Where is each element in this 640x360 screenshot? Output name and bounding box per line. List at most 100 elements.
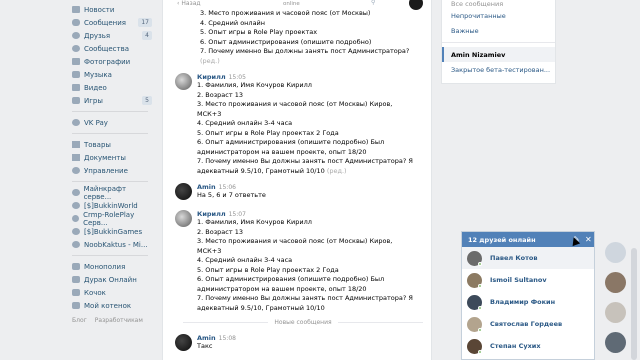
online-dot (478, 328, 482, 332)
documents-icon (72, 154, 80, 161)
online-dot (478, 350, 482, 354)
avatar[interactable] (175, 73, 192, 90)
sidebar-item-photos[interactable]: Фотографии (72, 55, 152, 68)
footer-link-blog[interactable]: Блог (72, 317, 87, 324)
sidebar-item-group[interactable]: NoobKaktus - Mi... (72, 238, 152, 251)
edited-mark: (ред.) (326, 166, 347, 175)
message-continuation: 3. Место проживания и часовой пояс (от М… (200, 9, 410, 65)
goods-icon (72, 141, 80, 148)
sidebar-item-app[interactable]: Монополия (72, 260, 152, 273)
sidebar-item-app[interactable]: Кочок (72, 286, 152, 299)
sidebar-item-group[interactable]: Майнкрафт серве... (72, 185, 152, 201)
sidebar-item-management[interactable]: Управление (72, 164, 152, 177)
avatar[interactable] (175, 210, 192, 227)
back-link[interactable]: ‹ Назад (177, 0, 201, 7)
chat-head-avatar[interactable] (604, 332, 626, 353)
news-icon (72, 6, 80, 13)
sidebar-divider (72, 181, 148, 182)
search-icon[interactable]: ⚲ (371, 0, 375, 6)
message: Кирилл 15:07 1. Фамилия, Имя Кочуров Кири… (175, 210, 413, 313)
sidebar-item-messages[interactable]: Сообщения 17 (72, 16, 152, 29)
avatar[interactable] (175, 183, 192, 200)
communities-icon (72, 45, 80, 52)
sidebar-item-goods[interactable]: Товары (72, 138, 152, 151)
sidebar-item-group[interactable]: [$]BukkinGames (72, 225, 152, 238)
friends-online-widget: 12 друзей онлайн ✎ ✕ Павел Котов Ismoil … (461, 231, 595, 360)
sidebar-item-communities[interactable]: Сообщества (72, 42, 152, 55)
message: Amin 15:06 На 5, 6 и 7 ответьте (175, 183, 266, 201)
sidebar-item-friends[interactable]: Друзья 4 (72, 29, 152, 42)
scrollbar[interactable] (631, 248, 637, 360)
chat-head-avatar[interactable] (604, 242, 626, 263)
friend-item[interactable]: Владимир Фокин (462, 291, 594, 313)
message-text: На 5, 6 и 7 ответьте (197, 191, 266, 199)
avatar[interactable] (175, 334, 192, 351)
messages-filter-menu: Все сообщения Непрочитанные Важные Amin … (441, 0, 556, 84)
chat-panel: ‹ Назад ⚲ online 3. Место проживания и ч… (162, 0, 432, 360)
sidebar-item-vkpay[interactable]: VK Pay (72, 116, 152, 129)
messages-icon (72, 19, 80, 26)
online-dot (478, 284, 482, 288)
chat-head-avatar[interactable] (604, 302, 626, 323)
message-time: 15:05 (228, 74, 246, 81)
message-time: 15:06 (218, 184, 236, 191)
sidebar-item-music[interactable]: Музыка (72, 68, 152, 81)
menu-item-beta[interactable]: Закрытое бета-тестирован... (442, 62, 555, 77)
photos-icon (72, 58, 80, 65)
sidebar-divider (72, 255, 148, 256)
friend-item[interactable]: Ismoil Sultanov (462, 269, 594, 291)
app-icon (72, 289, 80, 296)
online-dot (478, 306, 482, 310)
menu-item-all[interactable]: Все сообщения (442, 0, 555, 8)
message-author[interactable]: Кирилл (197, 210, 226, 218)
friends-icon (72, 32, 80, 39)
close-icon[interactable]: ✕ (585, 235, 592, 244)
vkpay-icon (72, 119, 80, 126)
sidebar-footer: Блог Разработчикам (72, 317, 152, 324)
sidebar-divider (72, 111, 148, 112)
left-sidebar: Новости Сообщения 17 Друзья 4 Сообщества Ф… (72, 0, 152, 324)
sidebar-item-games[interactable]: Игры 5 (72, 94, 152, 107)
music-icon (72, 71, 80, 78)
sidebar-divider (72, 133, 148, 134)
message-time: 15:07 (228, 211, 246, 218)
management-icon (72, 167, 80, 174)
sidebar-item-app[interactable]: Мой котенок (72, 299, 152, 312)
friends-badge: 4 (142, 31, 152, 40)
friends-widget-title: 12 друзей онлайн (468, 235, 536, 244)
games-icon (72, 97, 80, 104)
sidebar-item-group[interactable]: Crmp-RolePlay Серв... (72, 211, 152, 227)
group-icon (72, 189, 80, 196)
chat-avatar[interactable] (409, 0, 423, 10)
message-text: 1. Фамилия, Имя Кочуров Кирилл 2. Возрас… (197, 81, 413, 175)
sidebar-item-documents[interactable]: Документы (72, 151, 152, 164)
message-text: 1. Фамилия, Имя Кочуров Кирилл 2. Возрас… (197, 218, 413, 312)
games-badge: 5 (142, 96, 152, 105)
sidebar-item-app[interactable]: Дурак Онлайн (72, 273, 152, 286)
group-icon (72, 215, 80, 222)
chat-heads-strip (600, 242, 630, 360)
friend-item[interactable]: Степан Сухих (462, 335, 594, 357)
friend-item[interactable]: Святослав Гордеев (462, 313, 594, 335)
app-icon (72, 263, 80, 270)
message: Amin 15:08 Такс (175, 334, 236, 352)
menu-item-active-chat[interactable]: Amin Nizamiev (442, 47, 555, 62)
footer-link-developers[interactable]: Разработчикам (95, 317, 143, 324)
message-author[interactable]: Amin (197, 334, 216, 342)
message-author[interactable]: Кирилл (197, 73, 226, 81)
online-status: online (283, 1, 300, 7)
new-messages-divider: Новые сообщения (183, 319, 424, 326)
friend-item[interactable]: Павел Котов (462, 247, 594, 269)
app-icon (72, 302, 80, 309)
message-author[interactable]: Amin (197, 183, 216, 191)
menu-divider (442, 42, 555, 43)
menu-item-unread[interactable]: Непрочитанные (442, 8, 555, 23)
sidebar-item-video[interactable]: Видео (72, 81, 152, 94)
sidebar-item-news[interactable]: Новости (72, 3, 152, 16)
group-icon (72, 202, 80, 209)
video-icon (72, 84, 80, 91)
menu-item-important[interactable]: Важные (442, 23, 555, 38)
app-icon (72, 276, 80, 283)
group-icon (72, 228, 80, 235)
chat-head-avatar[interactable] (604, 272, 626, 293)
